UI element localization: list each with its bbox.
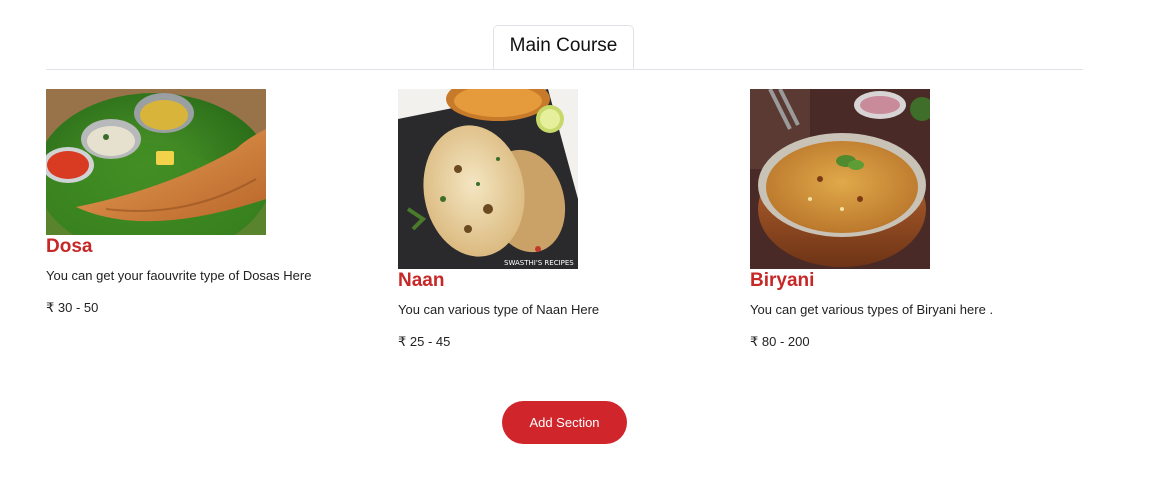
add-section-button[interactable]: Add Section: [502, 401, 627, 444]
dish-title: Naan: [398, 270, 445, 291]
dish-card-biryani: Biryani You can get various types of Bir…: [750, 89, 993, 350]
dosa-image: [46, 89, 266, 235]
dish-description: You can get various types of Biryani her…: [750, 302, 994, 317]
tab-main-course[interactable]: Main Course: [493, 25, 634, 69]
naan-image: SWASTHI'S RECIPES: [398, 89, 578, 269]
biryani-image: [750, 89, 930, 269]
dish-card-dosa: Dosa You can get your faouvrite type of …: [46, 89, 311, 316]
dish-price: ₹ 80 - 200: [750, 334, 810, 349]
dish-card-naan: SWASTHI'S RECIPES Naan You can various t…: [398, 89, 599, 350]
image-watermark-caption: SWASTHI'S RECIPES: [504, 259, 574, 267]
dish-price: ₹ 25 - 45: [398, 334, 451, 349]
dish-description: You can get your faouvrite type of Dosas…: [46, 268, 312, 283]
dish-title: Biryani: [750, 270, 815, 291]
dish-description: You can various type of Naan Here: [398, 302, 600, 317]
tab-divider: [46, 69, 1083, 70]
dish-title: Dosa: [46, 236, 93, 257]
menu-page: Main Course Dosa You can get your faouvr…: [0, 0, 1151, 477]
dish-price: ₹ 30 - 50: [46, 300, 99, 315]
